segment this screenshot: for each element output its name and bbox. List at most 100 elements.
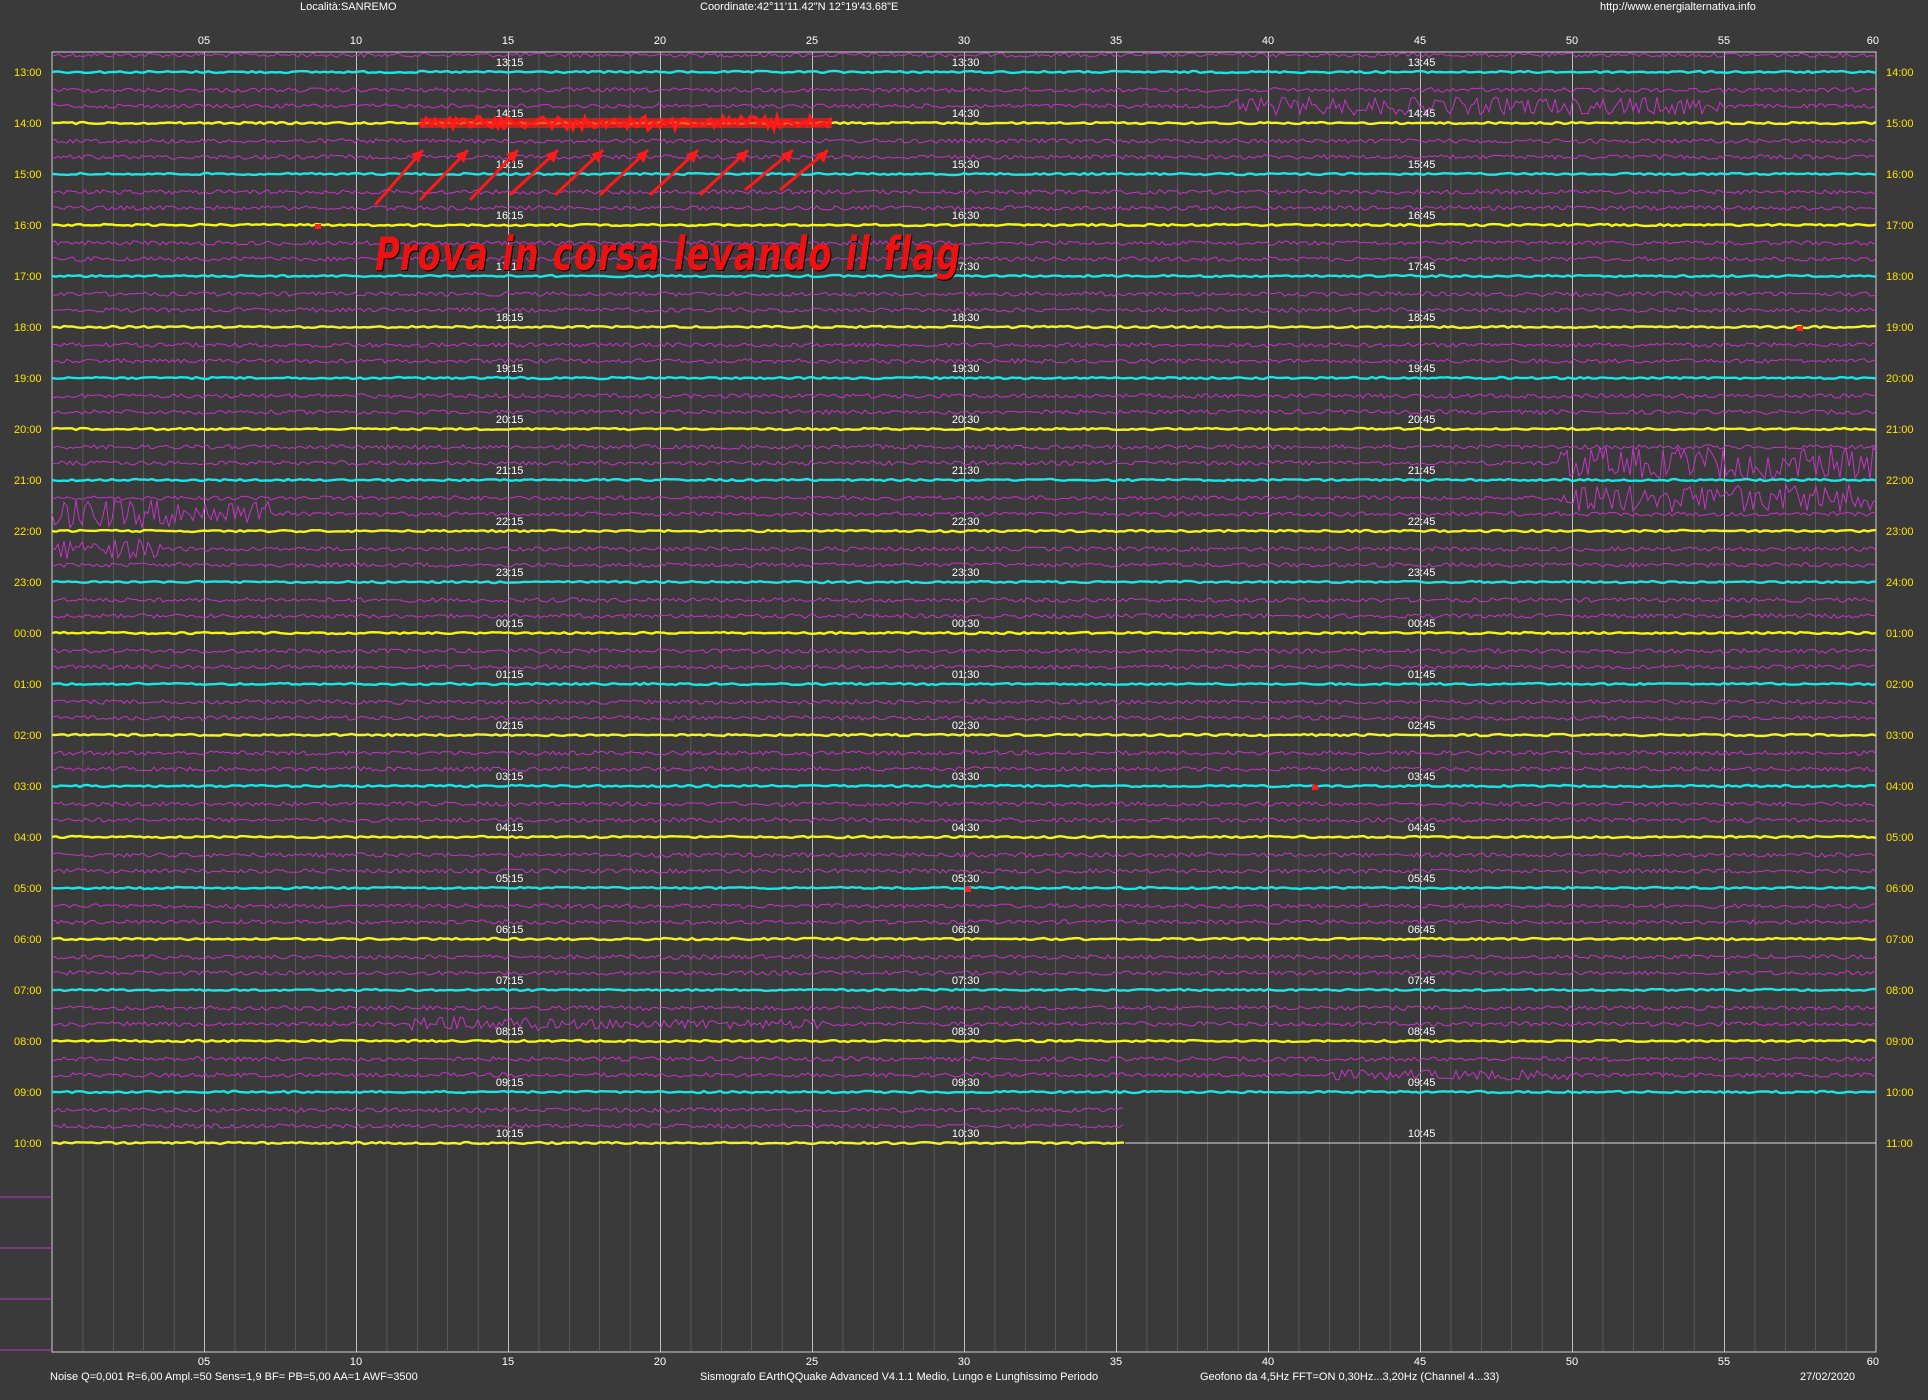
- hour-trace: [51, 324, 1877, 330]
- hour-label-right: 02:00: [1886, 679, 1914, 691]
- hour-label-left: 22:00: [14, 526, 42, 538]
- hour-label-right: 14:00: [1886, 67, 1914, 79]
- geophone-label: Geofono da 4,5Hz FFT=ON 0,30Hz...3,20Hz …: [1200, 1371, 1500, 1383]
- quarter-label: 21:30: [952, 465, 980, 477]
- hour-label-left: 20:00: [14, 424, 42, 436]
- arrow-head: [781, 150, 793, 163]
- hour-label-left: 08:00: [14, 1036, 42, 1048]
- quarter-label: 16:30: [952, 210, 980, 222]
- quarter-label: 18:30: [952, 312, 980, 324]
- hour-label-left: 03:00: [14, 781, 42, 793]
- quarter-label: 22:30: [952, 516, 980, 528]
- quarter-label: 18:45: [1408, 312, 1436, 324]
- quarter-label: 21:45: [1408, 465, 1436, 477]
- quarter-label: 20:15: [496, 414, 524, 426]
- quarter-label: 19:45: [1408, 363, 1436, 375]
- hour-trace: [51, 579, 1876, 585]
- hour-label-right: 10:00: [1886, 1087, 1914, 1099]
- hour-trace: [51, 273, 1877, 279]
- magenta-trace: [51, 538, 1877, 560]
- hour-label-left: 04:00: [14, 832, 42, 844]
- quarter-label: 14:30: [952, 108, 980, 120]
- minute-tick-top: 15: [502, 35, 514, 47]
- website-link[interactable]: http://www.energialternativa.info: [1600, 0, 1756, 14]
- quarter-label: 13:30: [952, 57, 980, 69]
- minute-tick-top: 30: [958, 35, 970, 47]
- quarter-label: 08:15: [496, 1026, 524, 1038]
- quarter-label: 03:15: [496, 771, 524, 783]
- annotation-text: Prova in corsa levando il flag: [375, 228, 962, 282]
- quarter-label: 15:30: [952, 159, 980, 171]
- software-label: Sismografo EArthQQuake Advanced V4.1.1 M…: [700, 1371, 1099, 1383]
- quarter-label: 01:30: [952, 669, 980, 681]
- hour-trace: [51, 120, 1877, 126]
- quarter-label: 00:15: [496, 618, 524, 630]
- hour-trace: [51, 732, 1877, 738]
- quarter-label: 22:15: [496, 516, 524, 528]
- magenta-trace: [51, 852, 1877, 859]
- magenta-trace: [51, 750, 1877, 756]
- quarter-label: 21:15: [496, 465, 524, 477]
- hour-trace: [51, 834, 1877, 840]
- hour-trace: [51, 681, 1877, 687]
- magenta-trace: [51, 87, 1877, 93]
- event-marker: [1797, 326, 1803, 331]
- quarter-label: 07:30: [952, 975, 980, 987]
- quarter-label: 17:45: [1408, 261, 1436, 273]
- hour-label-left: 05:00: [14, 883, 42, 895]
- hour-trace: [51, 1089, 1877, 1095]
- quarter-label: 06:45: [1408, 924, 1436, 936]
- hour-label-left: 21:00: [14, 475, 42, 487]
- quarter-label: 04:30: [952, 822, 980, 834]
- hour-label-right: 24:00: [1886, 577, 1914, 589]
- hour-label-left: 17:00: [14, 271, 42, 283]
- quarter-label: 05:45: [1408, 873, 1436, 885]
- hour-trace: [51, 171, 1877, 177]
- quarter-label: 20:45: [1408, 414, 1436, 426]
- quarter-label: 01:15: [496, 669, 524, 681]
- hour-trace: [51, 528, 1877, 534]
- magenta-trace: [51, 699, 1877, 705]
- quarter-label: 00:45: [1408, 618, 1436, 630]
- quarter-label: 03:30: [952, 771, 980, 783]
- hour-label-left: 18:00: [14, 322, 42, 334]
- minute-tick-bottom: 60: [1867, 1356, 1879, 1368]
- quarter-label: 20:30: [952, 414, 980, 426]
- hour-trace: [51, 477, 1877, 483]
- quarter-label: 16:15: [496, 210, 524, 222]
- minute-tick-top: 55: [1718, 35, 1730, 47]
- quarter-label: 19:15: [496, 363, 524, 375]
- event-marker: [965, 887, 971, 892]
- quarter-label: 14:45: [1408, 108, 1436, 120]
- hour-label-right: 09:00: [1886, 1036, 1914, 1048]
- event-marker: [315, 224, 321, 229]
- minute-tick-top: 10: [350, 35, 362, 47]
- minute-tick-bottom: 35: [1110, 1356, 1122, 1368]
- quarter-label: 02:45: [1408, 720, 1436, 732]
- magenta-trace: [51, 954, 1877, 960]
- minute-tick-top: 35: [1110, 35, 1122, 47]
- seismogram-plot: 05 05 10 10 15 15 20 20 25 25 30 30 35 35 40 40 45 45 50 50…: [0, 35, 1914, 1368]
- quarter-label: 06:15: [496, 924, 524, 936]
- minute-tick-top: 20: [654, 35, 666, 47]
- quarter-label: 09:45: [1408, 1077, 1436, 1089]
- minute-tick-bottom: 15: [502, 1356, 514, 1368]
- quarter-label: 15:45: [1408, 159, 1436, 171]
- quarter-label: 10:30: [952, 1128, 980, 1140]
- quarter-label: 07:15: [496, 975, 524, 987]
- minute-tick-bottom: 10: [350, 1356, 362, 1368]
- magenta-trace: [51, 240, 1877, 246]
- event-band-fill: [420, 118, 832, 128]
- quarter-label: 02:30: [952, 720, 980, 732]
- quarter-label: 09:30: [952, 1077, 980, 1089]
- magenta-trace: [51, 1056, 1877, 1063]
- minute-tick-top: 60: [1867, 35, 1879, 47]
- hour-trace: [51, 885, 1877, 891]
- quarter-label: 13:15: [496, 57, 524, 69]
- hour-trace: [51, 426, 1877, 432]
- hour-label-right: 19:00: [1886, 322, 1914, 334]
- quarter-label: 05:15: [496, 873, 524, 885]
- quarter-label: 07:45: [1408, 975, 1436, 987]
- hour-trace: [51, 1038, 1877, 1044]
- hour-label-left: 02:00: [14, 730, 42, 742]
